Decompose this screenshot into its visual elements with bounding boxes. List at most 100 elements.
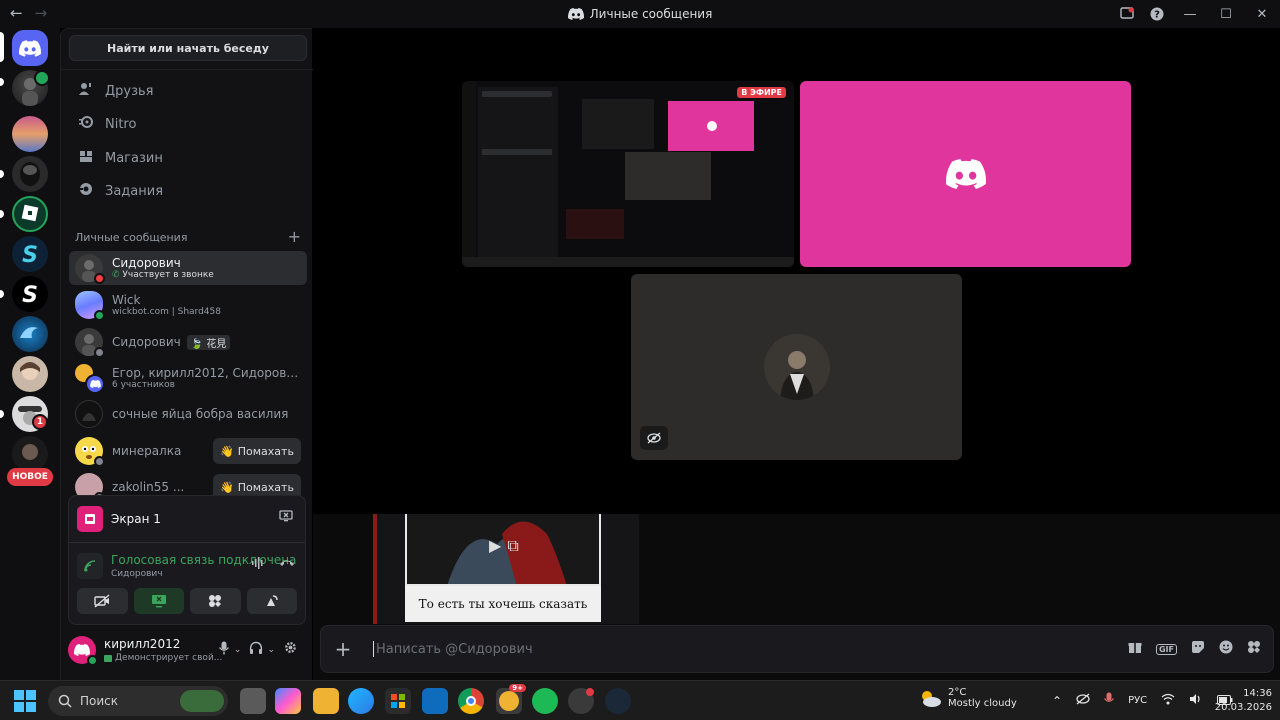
spotify-icon[interactable] — [532, 688, 558, 714]
divider — [61, 69, 313, 70]
hidden-eye-icon[interactable] — [1076, 693, 1090, 708]
cloud-sun-icon — [922, 691, 941, 707]
new-servers-badge[interactable]: НОВОЕ — [7, 468, 53, 486]
activities-button[interactable] — [190, 588, 241, 614]
dm-item-beaver[interactable]: сочные яйца бобра василия — [69, 397, 307, 431]
microphone-tray-icon[interactable] — [1104, 692, 1115, 709]
gif-embed[interactable]: ▶ ⧉ То есть ты хочешь сказать — [373, 514, 639, 624]
nav-nitro[interactable]: Nitro — [69, 109, 307, 139]
maximize-icon[interactable]: ☐ — [1208, 0, 1244, 28]
wave-button[interactable]: 👋 Помахать — [213, 438, 301, 464]
participant-tile-sidorovich[interactable] — [631, 274, 962, 460]
unread-indicator — [0, 410, 4, 418]
stop-stream-icon[interactable] — [279, 510, 293, 525]
wifi-icon[interactable] — [1161, 693, 1175, 708]
task-view-icon[interactable] — [240, 688, 266, 714]
message-input[interactable]: Написать @Сидорович — [373, 641, 1128, 657]
outlook-icon[interactable] — [422, 688, 448, 714]
microphone-icon[interactable] — [218, 641, 230, 659]
ms-store-icon[interactable] — [385, 688, 411, 714]
taskbar-search[interactable]: Поиск — [48, 686, 228, 716]
edge-icon[interactable] — [348, 688, 374, 714]
dm-item-group[interactable]: Егор, кирилл2012, Сидорович,... 6 участн… — [69, 361, 307, 395]
dm-item-sidorovich-2[interactable]: Сидорович 🍃 花見 — [69, 325, 307, 359]
inbox-icon[interactable] — [1112, 0, 1142, 28]
avatar — [75, 328, 105, 358]
dm-item-sidorovich-active[interactable]: Сидорович ✆ Участвует в звонке — [69, 251, 307, 285]
settings-gear-icon[interactable] — [283, 640, 298, 659]
home-button[interactable] — [12, 30, 48, 66]
server-icon-s-blue[interactable]: S — [12, 236, 48, 272]
taskbar-clock[interactable]: 14:36 20.03.2026 — [1215, 687, 1272, 715]
play-icon[interactable]: ▶ ⧉ — [489, 536, 519, 556]
server-icon-sunset[interactable] — [12, 116, 48, 152]
input-language[interactable]: РУС — [1128, 695, 1147, 706]
open-external-icon[interactable]: ⧉ — [507, 536, 518, 556]
close-icon[interactable]: ✕ — [1244, 0, 1280, 28]
chevron-down-icon[interactable]: ⌄ — [234, 645, 242, 655]
dm-section-title: Личные сообщения — [75, 231, 188, 244]
help-icon[interactable]: ? — [1142, 0, 1172, 28]
participant-tile-self[interactable] — [800, 81, 1131, 267]
participant-avatar — [763, 334, 830, 400]
gift-icon[interactable] — [1128, 640, 1142, 658]
screen-share-button[interactable] — [133, 588, 184, 614]
server-icon-dark[interactable] — [12, 436, 48, 472]
emoji-icon[interactable] — [1219, 640, 1233, 658]
soundboard-button[interactable] — [246, 588, 297, 614]
dm-name: Егор, кирилл2012, Сидорович,... — [112, 366, 302, 380]
find-conversation-button[interactable]: Найти или начать беседу — [69, 35, 307, 61]
app-icon[interactable] — [568, 688, 594, 714]
server-icon-mask[interactable] — [12, 156, 48, 192]
online-status-icon — [94, 310, 105, 321]
discord-app-icon[interactable]: 9+ — [496, 684, 526, 714]
server-icon-roblox[interactable] — [12, 196, 48, 232]
nav-shop[interactable]: Магазин — [69, 143, 307, 173]
chrome-icon[interactable] — [458, 688, 484, 714]
weather-widget[interactable]: 2°C Mostly cloudy — [918, 687, 1017, 709]
server-icon-wave[interactable] — [12, 316, 48, 352]
disconnect-icon[interactable] — [279, 556, 295, 574]
taskbar-search-label: Поиск — [80, 694, 119, 708]
attach-plus-icon[interactable]: + — [323, 637, 363, 661]
sticker-icon[interactable] — [1191, 640, 1205, 658]
screen-stream-tile[interactable]: В ЭФИРЕ — [462, 81, 794, 267]
mention-badge: 1 — [32, 414, 48, 430]
copilot-icon[interactable] — [275, 688, 301, 714]
server-icon-face[interactable] — [12, 356, 48, 392]
dm-subtitle: wickbot.com | Shard458 — [112, 307, 221, 317]
forward-icon[interactable]: → — [35, 4, 48, 22]
minimize-icon[interactable]: — — [1172, 0, 1208, 28]
apps-icon[interactable] — [1247, 640, 1261, 658]
create-dm-icon[interactable]: + — [288, 229, 301, 245]
avatar — [75, 437, 105, 467]
user-avatar[interactable] — [68, 636, 98, 666]
gif-picker-button[interactable]: GIF — [1155, 643, 1177, 655]
windows-start-icon[interactable] — [14, 690, 36, 716]
svg-text:S: S — [22, 243, 38, 268]
chevron-down-icon[interactable]: ⌄ — [267, 645, 275, 655]
call-indicator-icon — [34, 70, 50, 86]
dm-name: Сидорович — [112, 335, 181, 349]
server-icon-s-white[interactable]: S — [12, 276, 48, 312]
steam-icon[interactable] — [605, 688, 631, 714]
dm-item-wick[interactable]: Wick wickbot.com | Shard458 — [69, 288, 307, 322]
file-explorer-icon[interactable] — [313, 688, 339, 714]
stream-preview — [462, 81, 794, 267]
phone-icon: ✆ — [112, 270, 120, 280]
signal-icon[interactable] — [77, 553, 103, 579]
wave-hand-icon: 👋 — [220, 444, 234, 458]
noise-suppression-icon[interactable] — [251, 556, 265, 574]
back-icon[interactable]: ← — [10, 4, 23, 22]
nav-quests-label: Задания — [105, 183, 164, 199]
nav-nitro-label: Nitro — [105, 116, 137, 132]
window-title: Личные сообщения — [0, 0, 1280, 28]
dm-item-mineralka[interactable]: минералка 👋 Помахать — [69, 434, 307, 468]
chevron-up-icon[interactable]: ⌃ — [1052, 694, 1062, 708]
camera-toggle-button[interactable] — [77, 588, 128, 614]
nav-friends[interactable]: Друзья — [69, 76, 307, 106]
volume-icon[interactable] — [1189, 693, 1203, 708]
headphones-icon[interactable] — [249, 641, 263, 659]
user-panel: кирилл2012 Демонстрирует свой... ⌄ ⌄ — [68, 630, 306, 670]
nav-quests[interactable]: Задания — [69, 176, 307, 206]
